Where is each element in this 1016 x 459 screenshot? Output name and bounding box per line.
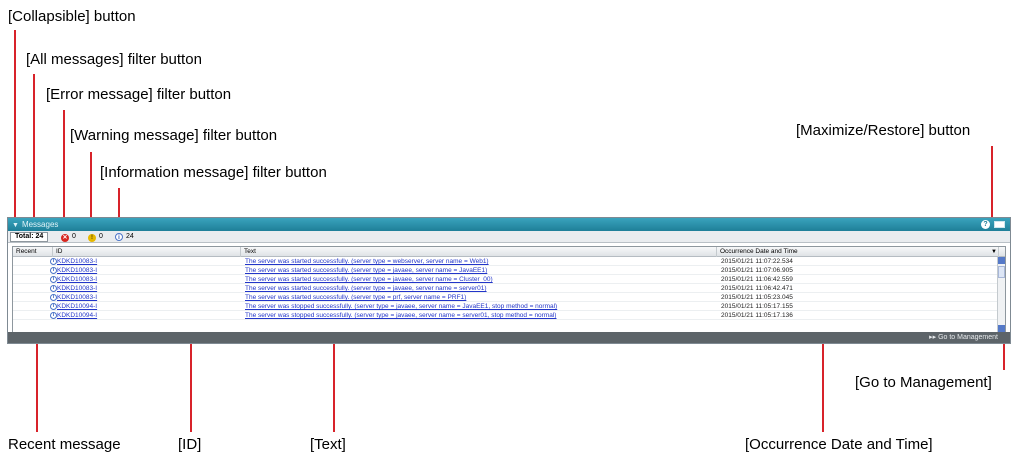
callout-warning-message: [Warning message] filter button <box>70 127 278 144</box>
error-filter-button[interactable]: ✕ 0 <box>61 232 76 242</box>
info-icon: i <box>50 303 57 310</box>
info-count: 24 <box>126 233 134 240</box>
callout-maximize-restore: [Maximize/Restore] button <box>796 122 971 139</box>
message-text-link[interactable]: The server was stopped successfully. (se… <box>245 303 557 310</box>
callout-go-to-management: [Go to Management] <box>855 374 992 391</box>
occurrence-time: 2015/01/21 11:05:17.155 <box>721 303 793 310</box>
occurrence-time: 2015/01/21 11:05:23.045 <box>721 294 793 301</box>
scroll-thumb[interactable] <box>998 266 1005 278</box>
callout-error-message: [Error message] filter button <box>46 86 232 103</box>
grid-header: Recent ID Text Occurrence Date and Time … <box>13 247 1005 257</box>
panel-title: Messages <box>21 220 59 229</box>
message-text-link[interactable]: The server was started successfully. (se… <box>245 285 487 292</box>
callout-text: [Text] <box>310 436 346 453</box>
info-icon: i <box>50 258 57 265</box>
callout-id: [ID] <box>178 436 202 453</box>
occurrence-time: 2015/01/21 11:07:06.905 <box>721 267 793 274</box>
help-icon[interactable]: ? <box>981 220 990 229</box>
table-row[interactable]: i KDKD10083-I The server was started succe… <box>13 266 1005 275</box>
leader-all-messages <box>33 74 35 234</box>
error-icon: ✕ <box>61 234 69 242</box>
column-text[interactable]: Text <box>241 247 717 257</box>
occurrence-time: 2015/01/21 11:07:22.534 <box>721 258 793 265</box>
info-filter-button[interactable]: i 24 <box>115 232 134 242</box>
info-icon: i <box>50 312 57 319</box>
table-row[interactable]: i KDKD10094-I The server was stopped succe… <box>13 311 1005 320</box>
occurrence-time: 2015/01/21 11:06:42.559 <box>721 276 793 283</box>
message-id-link[interactable]: KDKD10083-I <box>57 267 97 274</box>
all-messages-filter-button[interactable]: Total: 24 <box>10 232 49 242</box>
callout-collapsible: [Collapsible] button <box>8 8 136 25</box>
message-id-link[interactable]: KDKD10083-I <box>57 276 97 283</box>
callout-info-message: [Information message] filter button <box>100 164 327 181</box>
collapse-icon[interactable]: ▼ <box>12 222 19 229</box>
go-to-management-link[interactable]: ▸▸ Go to Management <box>929 334 998 341</box>
message-text-link[interactable]: The server was stopped successfully. (se… <box>245 312 556 319</box>
callout-occurrence: [Occurrence Date and Time] <box>745 436 933 453</box>
table-row[interactable]: i KDKD10083-I The server was started succe… <box>13 275 1005 284</box>
panel-footer: ▸▸ Go to Management <box>8 332 1010 343</box>
sort-chevron-icon[interactable]: ▼ <box>988 247 998 257</box>
warning-filter-button[interactable]: ! 0 <box>88 232 103 242</box>
info-icon: i <box>115 233 123 241</box>
grid-body: i KDKD10083-I The server was started succe… <box>13 257 1005 320</box>
message-text-link[interactable]: The server was started successfully. (se… <box>245 294 466 301</box>
occurrence-time: 2015/01/21 11:05:17.136 <box>721 312 793 319</box>
column-id[interactable]: ID <box>53 247 241 257</box>
table-row[interactable]: i KDKD10083-I The server was started succe… <box>13 293 1005 302</box>
messages-panel: ▼ Messages ? Total: 24 ✕ 0 ! 0 i 24 Recent I… <box>7 217 1011 344</box>
scroll-up-icon[interactable] <box>998 257 1005 264</box>
message-text-link[interactable]: The server was started successfully. (se… <box>245 258 489 265</box>
vertical-scrollbar[interactable] <box>997 257 1005 332</box>
filter-bar: Total: 24 ✕ 0 ! 0 i 24 <box>8 231 1010 243</box>
warning-icon: ! <box>88 234 96 242</box>
leader-maximize <box>991 146 993 225</box>
maximize-restore-button[interactable] <box>994 221 1005 228</box>
warning-count: 0 <box>99 233 103 240</box>
info-icon: i <box>50 294 57 301</box>
message-id-link[interactable]: KDKD10083-I <box>57 285 97 292</box>
message-id-link[interactable]: KDKD10083-I <box>57 258 97 265</box>
occurrence-time: 2015/01/21 11:06:42.471 <box>721 285 793 292</box>
table-row[interactable]: i KDKD10083-I The server was started succe… <box>13 284 1005 293</box>
message-id-link[interactable]: KDKD10094-I <box>57 303 97 310</box>
column-recent[interactable]: Recent <box>13 247 53 257</box>
message-text-link[interactable]: The server was started successfully. (se… <box>245 267 487 274</box>
leader-error <box>63 110 65 234</box>
info-icon: i <box>50 285 57 292</box>
table-row[interactable]: i KDKD10094-I The server was stopped succe… <box>13 302 1005 311</box>
leader-collapsible <box>14 30 16 222</box>
table-row[interactable]: i KDKD10083-I The server was started succe… <box>13 257 1005 266</box>
message-id-link[interactable]: KDKD10083-I <box>57 294 97 301</box>
column-occurrence[interactable]: Occurrence Date and Time <box>717 247 999 257</box>
info-icon: i <box>50 267 57 274</box>
info-icon: i <box>50 276 57 283</box>
messages-titlebar: ▼ Messages ? <box>8 218 1010 231</box>
error-count: 0 <box>72 233 76 240</box>
messages-grid: Recent ID Text Occurrence Date and Time … <box>12 246 1006 333</box>
message-text-link[interactable]: The server was started successfully. (se… <box>245 276 493 283</box>
callout-all-messages: [All messages] filter button <box>26 51 202 68</box>
callout-recent-message: Recent message <box>8 436 121 453</box>
scroll-down-icon[interactable] <box>998 325 1005 332</box>
message-id-link[interactable]: KDKD10094-I <box>57 312 97 319</box>
